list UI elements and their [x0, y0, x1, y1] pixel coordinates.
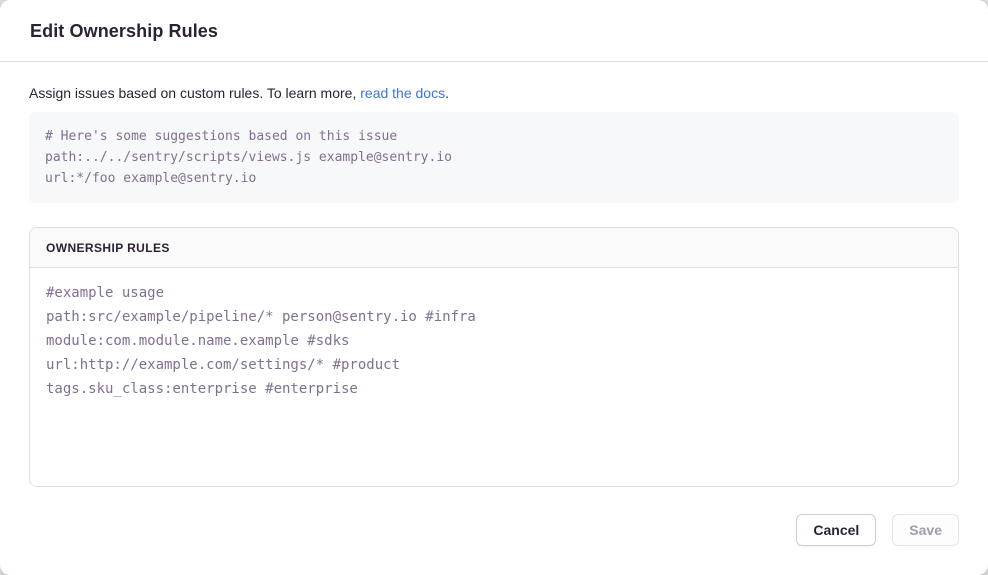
ownership-rules-panel: OWNERSHIP RULES #example usage path:src/…	[29, 227, 959, 487]
suggestions-code-block: # Here's some suggestions based on this …	[29, 112, 959, 203]
modal-footer: Cancel Save	[0, 487, 988, 575]
page-title: Edit Ownership Rules	[30, 20, 958, 42]
ownership-rules-textarea[interactable]: #example usage path:src/example/pipeline…	[30, 268, 958, 486]
save-button[interactable]: Save	[892, 514, 959, 546]
modal-header: Edit Ownership Rules	[0, 0, 988, 62]
description-before-link: Assign issues based on custom rules. To …	[29, 85, 360, 101]
modal-body: Assign issues based on custom rules. To …	[0, 62, 988, 487]
description-text: Assign issues based on custom rules. To …	[29, 85, 959, 101]
cancel-button[interactable]: Cancel	[796, 514, 876, 546]
description-after-link: .	[445, 85, 449, 101]
ownership-rules-panel-header: OWNERSHIP RULES	[30, 228, 958, 268]
read-the-docs-link[interactable]: read the docs	[360, 85, 445, 101]
edit-ownership-rules-modal: Edit Ownership Rules Assign issues based…	[0, 0, 988, 575]
